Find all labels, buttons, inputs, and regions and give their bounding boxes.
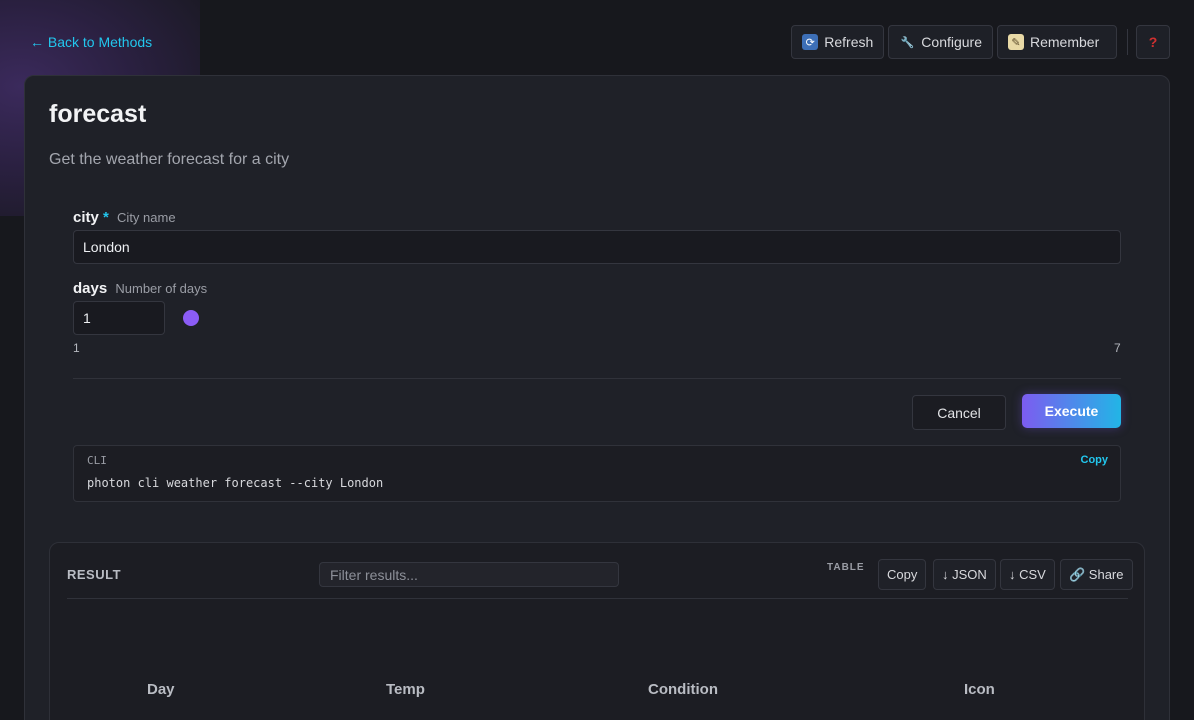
refresh-label: Refresh (824, 34, 874, 50)
form-divider (73, 378, 1121, 379)
method-card: forecast Get the weather forecast for a … (24, 75, 1170, 720)
city-label-name: city (73, 209, 99, 226)
method-description: Get the weather forecast for a city (49, 151, 290, 168)
toolbar: ⟳ Refresh 🔧 Configure ✎ Remember ? (787, 25, 1170, 59)
execute-button[interactable]: Execute (1022, 394, 1121, 428)
city-field-label: city * City name (73, 209, 176, 226)
cli-copy-button[interactable]: Copy (1081, 454, 1109, 466)
cancel-button[interactable]: Cancel (912, 395, 1006, 430)
city-hint: City name (117, 210, 176, 225)
question-icon: ? (1148, 34, 1158, 50)
download-csv-button[interactable]: ↓ CSV (1000, 559, 1055, 590)
toolbar-divider (1127, 29, 1128, 55)
cli-command: photon cli weather forecast --city Londo… (87, 476, 384, 490)
days-input[interactable] (73, 301, 165, 335)
copy-result-button[interactable]: Copy (878, 559, 927, 590)
result-panel: RESULT TABLE Copy ↓ JSON ↓ CSV 🔗 Share D… (49, 542, 1145, 720)
configure-button[interactable]: 🔧 Configure (888, 25, 993, 59)
days-min-label: 1 (73, 341, 80, 355)
column-header-condition[interactable]: Condition (648, 681, 718, 698)
download-json-button[interactable]: ↓ JSON (933, 559, 996, 590)
refresh-button[interactable]: ⟳ Refresh (791, 25, 885, 59)
cli-label: CLI (87, 454, 107, 467)
cli-preview: CLI Copy photon cli weather forecast --c… (73, 445, 1121, 502)
days-hint: Number of days (115, 281, 208, 296)
days-slider-thumb[interactable] (183, 310, 199, 326)
filter-results-input[interactable] (319, 562, 619, 587)
help-button[interactable]: ? (1136, 25, 1170, 59)
refresh-icon: ⟳ (802, 34, 819, 50)
city-input[interactable] (73, 230, 1121, 264)
result-divider (67, 598, 1128, 599)
column-header-day[interactable]: Day (147, 681, 175, 698)
method-title: forecast (49, 100, 147, 128)
required-marker: * (103, 209, 109, 226)
column-header-temp[interactable]: Temp (386, 681, 425, 698)
share-button[interactable]: 🔗 Share (1060, 559, 1133, 590)
back-to-methods-link[interactable]: ← Back to Methods (30, 34, 152, 50)
memo-icon: ✎ (1008, 34, 1024, 50)
remember-label: Remember (1030, 34, 1100, 50)
wrench-icon: 🔧 (900, 36, 915, 49)
result-title: RESULT (67, 567, 122, 582)
days-max-label: 7 (1114, 341, 1121, 355)
remember-button[interactable]: ✎ Remember (997, 25, 1117, 59)
days-label-name: days (73, 280, 108, 297)
days-field-label: days Number of days (73, 280, 207, 297)
configure-label: Configure (921, 34, 982, 50)
view-mode-label[interactable]: TABLE (827, 562, 865, 573)
column-header-icon[interactable]: Icon (964, 681, 995, 698)
